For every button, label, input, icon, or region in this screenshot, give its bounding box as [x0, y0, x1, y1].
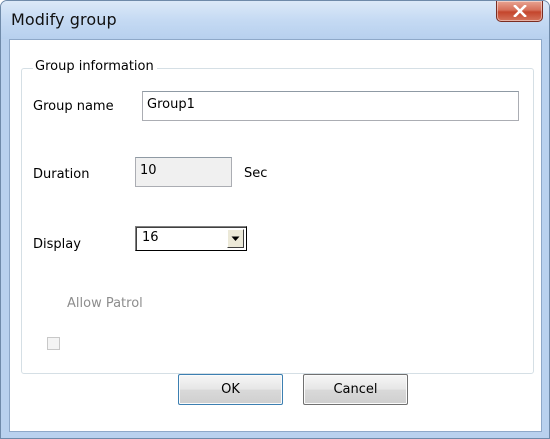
cancel-button[interactable]: Cancel [303, 374, 408, 405]
dropdown-arrow-button[interactable] [227, 229, 244, 248]
chevron-down-icon [231, 236, 240, 241]
close-button[interactable] [496, 1, 543, 22]
display-select-value: 16 [142, 230, 159, 245]
duration-input[interactable]: 10 [135, 157, 232, 187]
allow-patrol-label: Allow Patrol [67, 296, 143, 311]
display-label: Display [33, 237, 81, 252]
duration-unit-label: Sec [244, 166, 268, 181]
group-information-legend: Group information [33, 59, 157, 74]
window-title: Modify group [11, 10, 117, 29]
dialog-client-area: Group information Group name Group1 Dura… [9, 39, 542, 432]
title-bar[interactable]: Modify group [1, 1, 549, 39]
display-select[interactable]: 16 [135, 226, 247, 251]
duration-label: Duration [33, 167, 90, 182]
allow-patrol-checkbox[interactable] [47, 337, 60, 350]
modify-group-dialog: Modify group Group information Group nam… [0, 0, 550, 439]
ok-button[interactable]: OK [178, 374, 283, 405]
group-name-input[interactable]: Group1 [142, 91, 519, 121]
close-icon [512, 5, 527, 17]
group-name-label: Group name [33, 99, 114, 114]
